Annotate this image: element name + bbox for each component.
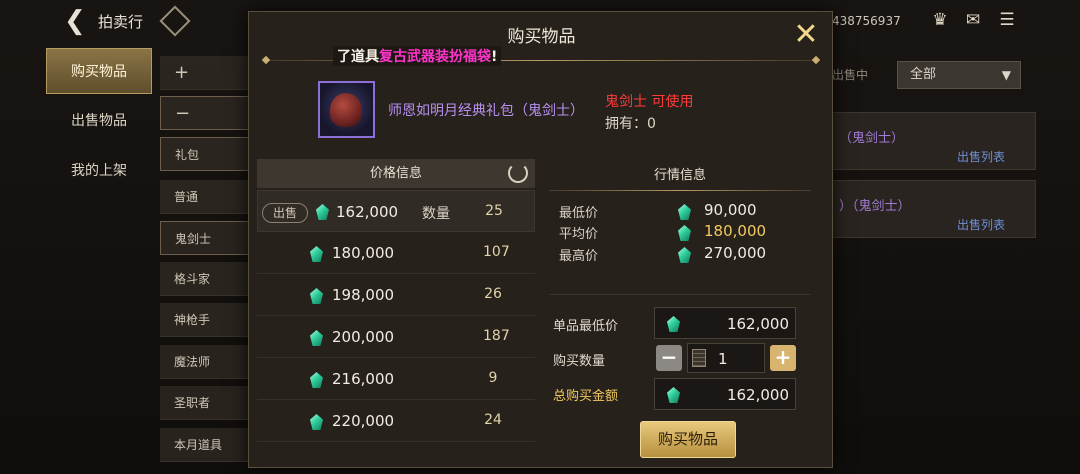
min-price-value: 90,000 bbox=[704, 201, 757, 219]
owned-count: 拥有：0 bbox=[605, 116, 656, 132]
category-slayer[interactable]: 鬼剑士 bbox=[160, 221, 250, 255]
filter-select[interactable]: 全部 ▼ bbox=[897, 61, 1021, 89]
quantity-value: 9 bbox=[488, 370, 498, 386]
price-row[interactable]: 220,000 24 bbox=[257, 400, 535, 442]
total-amount-field: 162,000 bbox=[654, 378, 796, 410]
quantity-value: 25 bbox=[485, 203, 503, 219]
refresh-icon[interactable] bbox=[508, 163, 528, 183]
price-row[interactable]: 216,000 9 bbox=[257, 358, 535, 400]
crystal-icon bbox=[310, 372, 323, 388]
quantity-value: 26 bbox=[484, 286, 502, 302]
crystal-icon bbox=[310, 414, 323, 430]
price-row[interactable]: 出售 162,000 数量 25 bbox=[257, 190, 535, 232]
quantity-increase-button[interactable]: + bbox=[770, 345, 796, 371]
category-collapse-button[interactable]: − bbox=[160, 96, 250, 130]
bag-icon[interactable]: ♛ bbox=[928, 10, 952, 30]
sale-list-link[interactable]: 出售列表 bbox=[957, 148, 1005, 165]
tab-sell-items[interactable]: 出售物品 bbox=[46, 98, 152, 144]
price-value: 162,000 bbox=[336, 203, 399, 221]
tab-buy-items[interactable]: 购买物品 bbox=[46, 48, 152, 94]
system-notice: 了道具复古武器装扮福袋! bbox=[333, 46, 502, 66]
market-info-header: 行情信息 bbox=[653, 168, 706, 183]
chat-icon[interactable]: ☰ bbox=[995, 10, 1019, 30]
buy-button[interactable]: 购买物品 bbox=[640, 421, 736, 458]
close-icon[interactable]: ✕ bbox=[789, 20, 823, 50]
quantity-value: 187 bbox=[483, 328, 510, 344]
crystal-icon bbox=[678, 204, 691, 220]
min-price-label: 最低价 bbox=[559, 206, 599, 221]
quantity-value: 107 bbox=[483, 244, 510, 260]
price-value: 216,000 bbox=[332, 370, 395, 388]
sell-tag: 出售 bbox=[262, 203, 308, 223]
buy-quantity-label: 购买数量 bbox=[553, 354, 606, 369]
unit-price-label: 单品最低价 bbox=[553, 319, 619, 334]
tab-my-listings[interactable]: 我的上架 bbox=[46, 148, 152, 194]
quantity-label: 数量 bbox=[422, 206, 450, 222]
category-monthly[interactable]: 本月道具 bbox=[160, 428, 250, 462]
class-restriction: 鬼剑士 可使用 bbox=[605, 94, 694, 110]
category-fighter[interactable]: 格斗家 bbox=[160, 262, 250, 296]
dialog-title: 购买物品 bbox=[507, 27, 576, 47]
price-row[interactable]: 180,000 107 bbox=[257, 232, 535, 274]
quantity-decrease-button[interactable]: − bbox=[656, 345, 682, 371]
price-row[interactable]: 198,000 26 bbox=[257, 274, 535, 316]
crystal-icon bbox=[310, 246, 323, 262]
quantity-value: 24 bbox=[484, 412, 502, 428]
list-item-name: ）（鬼剑士） bbox=[839, 199, 911, 214]
price-info-header: 价格信息 bbox=[257, 159, 535, 188]
help-diamond-icon[interactable] bbox=[159, 5, 191, 37]
list-item[interactable]: （鬼剑士） 出售列表 bbox=[832, 112, 1036, 170]
market-separator bbox=[549, 294, 811, 295]
page-title: 拍卖行 bbox=[98, 13, 144, 31]
avg-price-value: 180,000 bbox=[704, 222, 767, 240]
price-value: 180,000 bbox=[332, 244, 395, 262]
filter-select-value: 全部 bbox=[910, 67, 937, 82]
crystal-icon bbox=[667, 316, 680, 332]
category-gunner[interactable]: 神枪手 bbox=[160, 303, 250, 337]
category-mage[interactable]: 魔法师 bbox=[160, 345, 250, 379]
price-value: 198,000 bbox=[332, 286, 395, 304]
sale-list-link[interactable]: 出售列表 bbox=[957, 216, 1005, 233]
notice-highlight: 复古武器装扮福袋 bbox=[379, 49, 491, 65]
price-value: 220,000 bbox=[332, 412, 395, 430]
price-value: 200,000 bbox=[332, 328, 395, 346]
crystal-icon bbox=[678, 247, 691, 263]
unit-price-field: 162,000 bbox=[654, 307, 796, 339]
crystal-icon bbox=[316, 204, 329, 220]
max-price-label: 最高价 bbox=[559, 249, 599, 264]
category-priest[interactable]: 圣职者 bbox=[160, 386, 250, 420]
back-arrow-icon[interactable]: ❮ bbox=[64, 8, 92, 36]
notice-text: 了道具 bbox=[337, 49, 379, 65]
category-expand-button[interactable]: + bbox=[160, 56, 250, 90]
list-item[interactable]: ）（鬼剑士） 出售列表 bbox=[832, 180, 1036, 238]
price-row[interactable]: 200,000 187 bbox=[257, 316, 535, 358]
item-art bbox=[330, 93, 362, 127]
calculator-icon[interactable] bbox=[692, 349, 706, 367]
quantity-input-value: 1 bbox=[718, 350, 728, 368]
list-item-name: （鬼剑士） bbox=[839, 131, 905, 146]
item-name: 师恩如明月经典礼包（鬼剑士） bbox=[388, 103, 584, 119]
max-price-value: 270,000 bbox=[704, 244, 767, 262]
crystal-icon bbox=[678, 225, 691, 241]
avg-price-label: 平均价 bbox=[559, 227, 599, 242]
mail-icon[interactable]: ✉ bbox=[961, 10, 985, 30]
total-amount-value: 162,000 bbox=[726, 386, 789, 404]
crystal-icon bbox=[667, 387, 680, 403]
notice-suffix: ! bbox=[491, 49, 498, 65]
crystal-icon bbox=[310, 288, 323, 304]
player-id: 438756937 bbox=[832, 14, 901, 28]
chevron-down-icon: ▼ bbox=[1001, 68, 1011, 82]
item-icon[interactable] bbox=[318, 81, 375, 138]
category-gift-pack[interactable]: 礼包 bbox=[160, 137, 250, 171]
category-normal[interactable]: 普通 bbox=[160, 180, 250, 214]
divider-dot bbox=[811, 55, 821, 65]
divider-dot bbox=[261, 55, 271, 65]
on-sale-label: 出售中 bbox=[832, 68, 869, 82]
crystal-icon bbox=[310, 330, 323, 346]
quantity-input[interactable]: 1 bbox=[687, 343, 765, 373]
total-amount-label: 总购买金额 bbox=[553, 389, 619, 404]
market-divider bbox=[549, 190, 811, 191]
unit-price-value: 162,000 bbox=[726, 315, 789, 333]
purchase-dialog: 购买物品 ✕ 了道具复古武器装扮福袋! 师恩如明月经典礼包（鬼剑士） 鬼剑士 可… bbox=[248, 11, 833, 468]
